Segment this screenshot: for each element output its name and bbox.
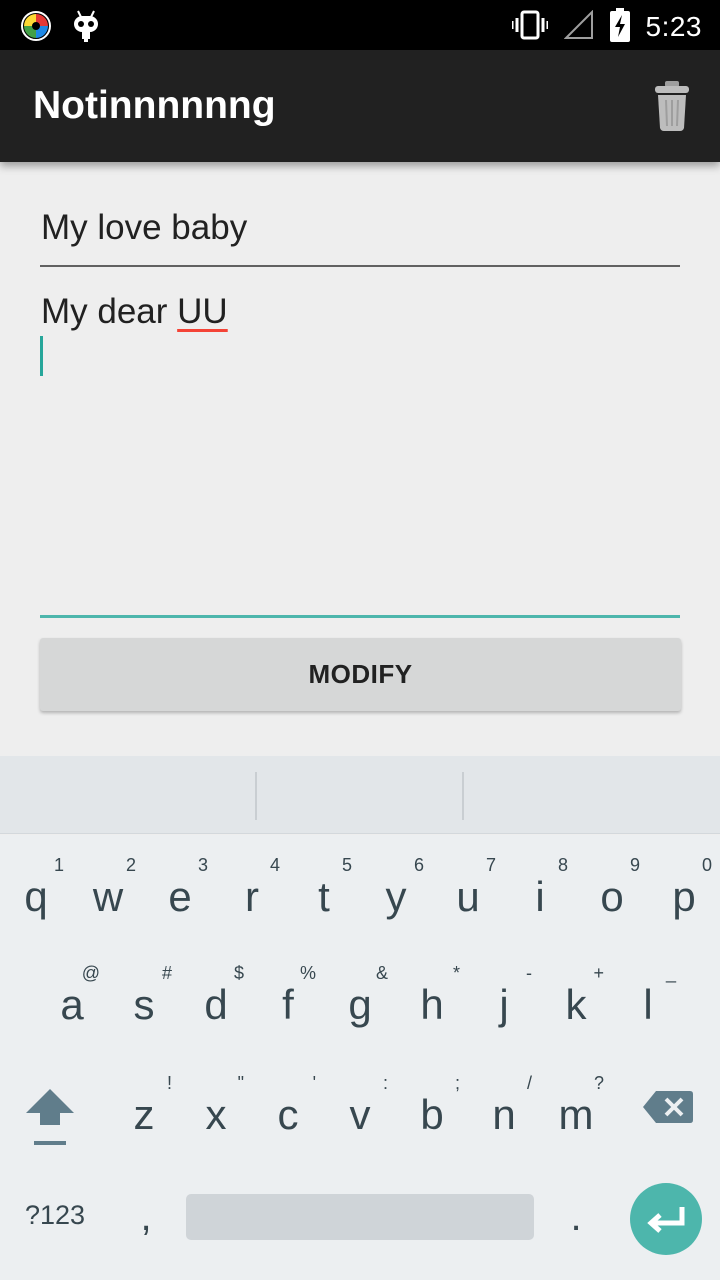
- note-title-field[interactable]: My love baby: [40, 200, 680, 267]
- key-label: h: [420, 981, 444, 1028]
- key-label: v: [349, 1091, 371, 1138]
- key-z[interactable]: ! z: [108, 1061, 180, 1169]
- key-x[interactable]: " x: [180, 1061, 252, 1169]
- comma-key[interactable]: ,: [128, 1195, 164, 1240]
- key-y[interactable]: 6y: [360, 843, 432, 951]
- key-label: c: [277, 1091, 299, 1138]
- key-e[interactable]: 3e: [144, 843, 216, 951]
- note-title-value: My love baby: [41, 208, 248, 247]
- key-label: t: [318, 873, 330, 920]
- note-body-field[interactable]: My dear UU: [40, 284, 680, 618]
- key-f[interactable]: % f: [252, 951, 324, 1059]
- key-s[interactable]: # s: [108, 951, 180, 1059]
- key-j[interactable]: -j: [468, 951, 540, 1059]
- key-label: y: [385, 873, 407, 920]
- status-bar: 5:23: [0, 0, 720, 50]
- shift-key[interactable]: [22, 1085, 78, 1149]
- key-u[interactable]: 7u: [432, 843, 504, 951]
- key-label: g: [348, 981, 372, 1028]
- key-q[interactable]: 1q: [0, 843, 72, 951]
- key-label: k: [565, 981, 587, 1028]
- note-body-text: My dear: [41, 292, 178, 331]
- key-label: x: [205, 1091, 227, 1138]
- note-body-value: My dear UU: [41, 292, 228, 332]
- key-label: w: [92, 873, 124, 920]
- key-label: l: [643, 981, 653, 1028]
- cyanogen-icon: [72, 9, 100, 47]
- app-launcher-icon: [20, 10, 52, 46]
- key-p[interactable]: 0p: [648, 843, 720, 951]
- symbols-key[interactable]: ?123: [0, 1200, 110, 1231]
- suggestion-strip: [0, 756, 720, 834]
- key-label: z: [133, 1091, 155, 1138]
- key-label: e: [168, 873, 192, 920]
- key-label: s: [133, 981, 155, 1028]
- enter-key[interactable]: [630, 1183, 702, 1255]
- key-o[interactable]: 9o: [576, 843, 648, 951]
- backspace-key[interactable]: [642, 1089, 694, 1125]
- misspelled-word[interactable]: UU: [177, 292, 228, 331]
- keyboard: 1q2w3e4r5t6y7u8i9o0p @ a # s $ d% f & g * h - j + k _ l …: [0, 835, 720, 1280]
- modify-button[interactable]: MODIFY: [40, 638, 681, 711]
- battery-charging-icon: [609, 8, 630, 46]
- app-bar: Notinnnnnng: [0, 50, 720, 162]
- key-d[interactable]: $ d: [180, 951, 252, 1059]
- key-h[interactable]: * h: [396, 951, 468, 1059]
- key-label: f: [282, 981, 294, 1028]
- key-b[interactable]: ; b: [396, 1061, 468, 1169]
- delete-button[interactable]: [650, 78, 694, 134]
- key-r[interactable]: 4r: [216, 843, 288, 951]
- key-label: r: [245, 873, 259, 920]
- key-k[interactable]: + k: [540, 951, 612, 1059]
- key-c[interactable]: ' c: [252, 1061, 324, 1169]
- enter-icon: [647, 1207, 685, 1233]
- key-label: b: [420, 1091, 444, 1138]
- key-n[interactable]: / n: [468, 1061, 540, 1169]
- period-key[interactable]: .: [558, 1195, 594, 1240]
- key-v[interactable]: :v: [324, 1061, 396, 1169]
- vibrate-icon: [511, 10, 548, 44]
- text-cursor: [40, 336, 43, 376]
- key-label: p: [672, 873, 696, 920]
- suggestion-divider: [462, 772, 464, 820]
- shift-icon: [26, 1089, 74, 1145]
- space-key[interactable]: [186, 1194, 534, 1240]
- key-label: n: [492, 1091, 516, 1138]
- backspace-icon: [643, 1091, 693, 1123]
- key-l[interactable]: _ l: [612, 951, 684, 1059]
- key-label: q: [24, 873, 48, 920]
- screen: 5:23 Notinnnnnng My love baby My dear UU…: [0, 0, 720, 1280]
- suggestion-divider: [255, 772, 257, 820]
- key-t[interactable]: 5t: [288, 843, 360, 951]
- trash-icon: [655, 81, 689, 131]
- clock: 5:23: [645, 11, 702, 42]
- key-label: d: [204, 981, 228, 1028]
- key-label: m: [558, 1091, 594, 1138]
- key-label: j: [499, 981, 509, 1028]
- key-label: a: [60, 981, 84, 1028]
- key-g[interactable]: & g: [324, 951, 396, 1059]
- app-title: Notinnnnnng: [33, 84, 276, 127]
- signal-icon: [563, 9, 594, 44]
- key-i[interactable]: 8i: [504, 843, 576, 951]
- key-a[interactable]: @ a: [36, 951, 108, 1059]
- key-label: u: [456, 873, 480, 920]
- key-w[interactable]: 2w: [72, 843, 144, 951]
- key-label: o: [600, 873, 624, 920]
- key-m[interactable]: ? m: [540, 1061, 612, 1169]
- key-label: i: [535, 873, 545, 920]
